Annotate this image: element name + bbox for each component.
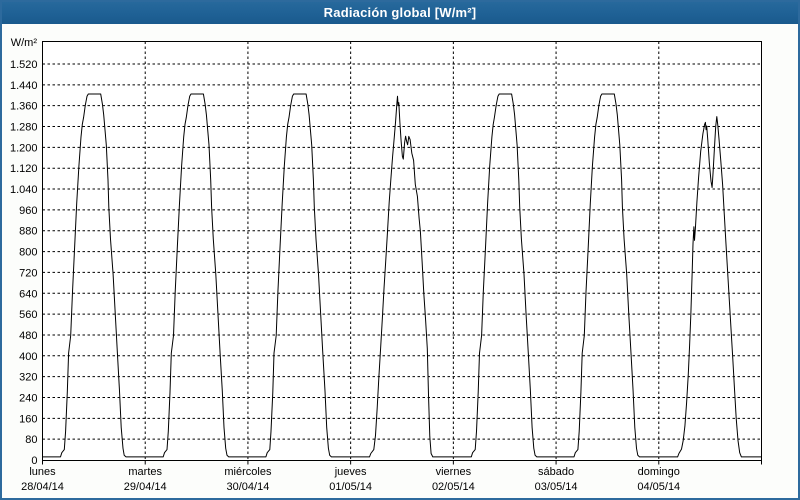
y-tick-label: 1.120 xyxy=(10,163,38,175)
y-tick-label: 320 xyxy=(19,372,37,384)
y-tick-label: 1.360 xyxy=(10,101,38,113)
y-tick-label: 640 xyxy=(19,288,37,300)
y-tick-label: 880 xyxy=(19,226,37,238)
chart-title-bar: Radiación global [W/m²] xyxy=(2,2,798,24)
y-tick-label: 1.200 xyxy=(10,142,38,154)
y-tick-label: 80 xyxy=(25,434,37,446)
y-tick-label: 720 xyxy=(19,267,37,279)
y-tick-label: 960 xyxy=(19,205,37,217)
day-date-label: 01/05/14 xyxy=(329,481,372,493)
chart-title: Radiación global [W/m²] xyxy=(324,5,477,20)
day-date-label: 03/05/14 xyxy=(535,481,578,493)
day-date-label: 30/04/14 xyxy=(227,481,270,493)
y-tick-label: 480 xyxy=(19,330,37,342)
radiation-line-chart: 0801602403204004805606407208008809601.04… xyxy=(2,24,798,498)
y-tick-label: 800 xyxy=(19,247,37,259)
y-tick-label: 1.040 xyxy=(10,184,38,196)
y-tick-label: 1.440 xyxy=(10,80,38,92)
y-tick-label: 1.280 xyxy=(10,122,38,134)
chart-window: Radiación global [W/m²] W/m² 08016024032… xyxy=(0,0,800,500)
day-name-label: viernes xyxy=(436,466,472,478)
y-tick-label: 560 xyxy=(19,309,37,321)
y-tick-label: 240 xyxy=(19,392,37,404)
y-axis-unit-label: W/m² xyxy=(2,37,37,49)
day-date-label: 04/05/14 xyxy=(637,481,680,493)
y-tick-label: 1.520 xyxy=(10,59,38,71)
chart-area: W/m² 08016024032040048056064072080088096… xyxy=(2,24,798,498)
day-name-label: martes xyxy=(128,466,162,478)
day-name-label: lunes xyxy=(29,466,56,478)
day-name-label: sábado xyxy=(538,466,574,478)
y-tick-label: 160 xyxy=(19,413,37,425)
y-tick-label: 400 xyxy=(19,351,37,363)
day-name-label: jueves xyxy=(334,466,367,478)
day-date-label: 02/05/14 xyxy=(432,481,475,493)
day-date-label: 28/04/14 xyxy=(21,481,64,493)
day-date-label: 29/04/14 xyxy=(124,481,167,493)
day-name-label: domingo xyxy=(638,466,680,478)
day-name-label: miércoles xyxy=(224,466,272,478)
